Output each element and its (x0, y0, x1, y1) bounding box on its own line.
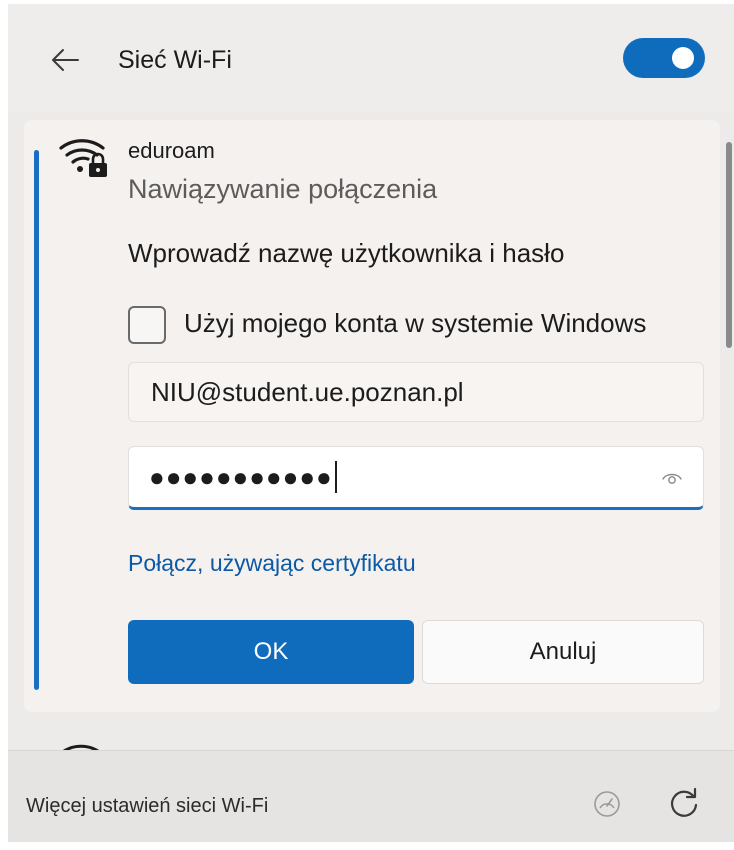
credentials-prompt: Wprowadź nazwę użytkownika i hasło (128, 238, 565, 268)
more-wifi-settings-link[interactable]: Więcej ustawień sieci Wi-Fi (26, 795, 268, 818)
wifi-flyout: Sieć Wi-Fi eduroam Nawiązywanie połączen… (8, 4, 734, 842)
password-input[interactable]: ●●●●●●●●●●● (128, 446, 704, 510)
scrollbar[interactable] (726, 142, 732, 348)
username-input[interactable]: NIU@student.ue.poznan.pl (128, 362, 704, 422)
network-card-expanded: eduroam Nawiązywanie połączenia Wprowadź… (24, 120, 720, 712)
page-title: Sieć Wi-Fi (118, 46, 232, 74)
selection-indicator (34, 150, 39, 690)
use-windows-account-option[interactable]: Użyj mojego konta w systemie Windows (128, 304, 708, 348)
connection-status: Nawiązywanie połączenia (128, 174, 438, 204)
text-caret (334, 461, 337, 494)
password-value: ●●●●●●●●●●● (149, 447, 337, 509)
wifi-toggle[interactable] (623, 38, 705, 78)
toggle-knob (672, 47, 694, 69)
wifi-secured-icon (59, 139, 107, 177)
network-name: eduroam (128, 138, 215, 163)
use-windows-account-checkbox[interactable] (128, 306, 166, 344)
meter-icon[interactable] (592, 789, 622, 819)
cancel-button[interactable]: Anuluj (422, 620, 704, 684)
flyout-footer: Więcej ustawień sieci Wi-Fi (8, 750, 734, 842)
arrow-left-icon (52, 49, 79, 71)
refresh-icon[interactable] (666, 785, 702, 821)
ok-button[interactable]: OK (128, 620, 414, 684)
eye-icon[interactable] (661, 467, 683, 489)
back-button[interactable] (48, 40, 82, 80)
connect-with-certificate-link[interactable]: Połącz, używając certyfikatu (128, 550, 416, 577)
flyout-header: Sieć Wi-Fi (8, 4, 734, 112)
use-windows-account-label: Użyj mojego konta w systemie Windows (184, 308, 647, 338)
